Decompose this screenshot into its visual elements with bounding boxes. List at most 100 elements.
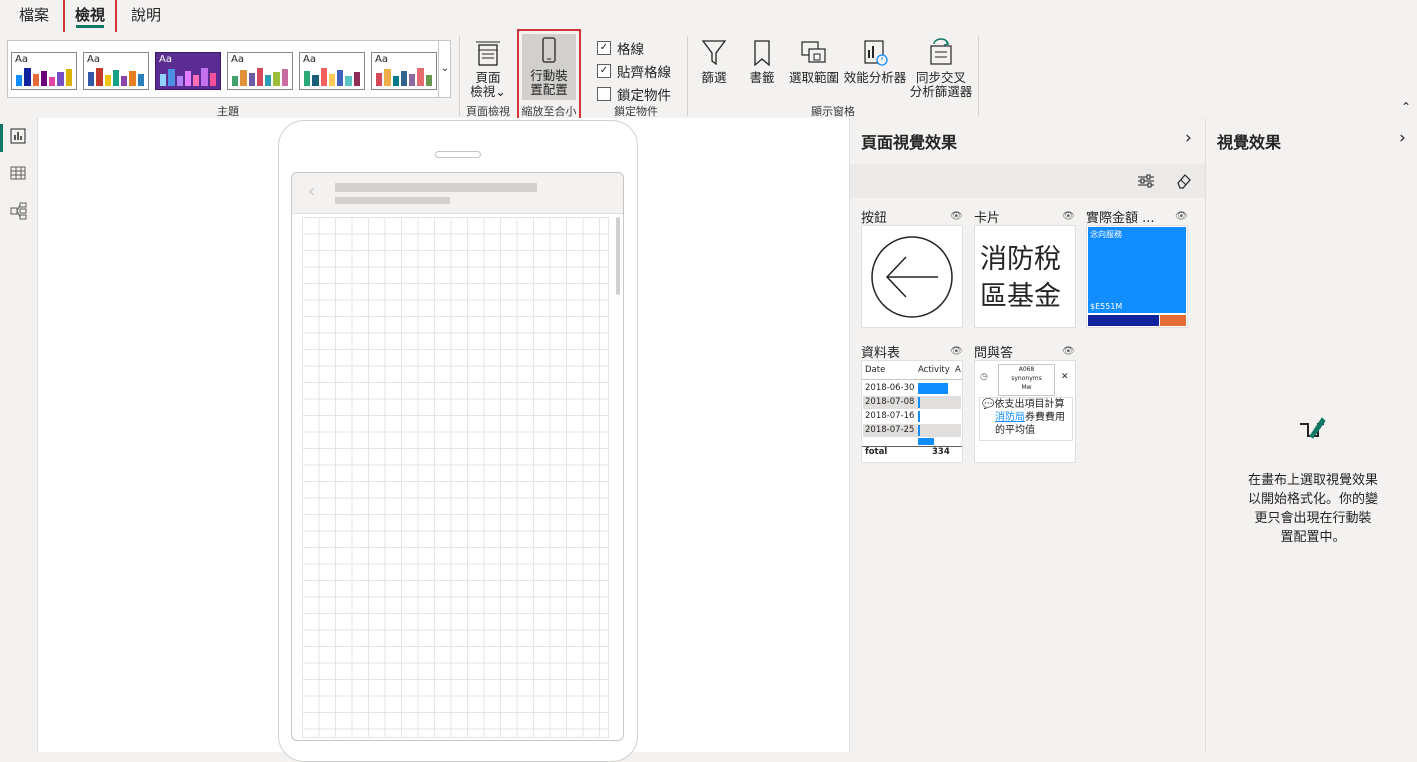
close-icon: ✕ bbox=[1061, 372, 1069, 382]
theme-aa: Aa bbox=[87, 54, 100, 65]
filter-settings-icon[interactable] bbox=[1137, 173, 1155, 189]
performance-label: 效能分析器 bbox=[843, 70, 907, 85]
checkbox-box bbox=[597, 87, 611, 101]
eye-icon[interactable]: 👁 bbox=[1062, 211, 1075, 222]
menu-view[interactable]: 檢視 bbox=[63, 0, 118, 35]
table-divider bbox=[862, 379, 962, 380]
sync-label-2: 分析篩選器 bbox=[909, 84, 973, 99]
arrow-left-icon bbox=[871, 236, 953, 318]
table-row: 2018-06-30 bbox=[863, 382, 961, 395]
report-view-icon[interactable] bbox=[10, 128, 26, 144]
gridlines-checkbox[interactable]: ✓ 格線 bbox=[597, 38, 644, 58]
pane-collapse-icon[interactable]: › bbox=[1399, 128, 1406, 148]
sync-slicers-icon bbox=[930, 38, 952, 65]
performance-analyzer-button[interactable]: 效能分析器 bbox=[843, 38, 907, 85]
selection-icon bbox=[801, 41, 826, 63]
table-cell: 2018-07-16 bbox=[865, 411, 915, 421]
message-line: 更只會出現在行動裝 bbox=[1254, 511, 1372, 526]
active-tab-underline bbox=[76, 25, 105, 28]
checkbox-box: ✓ bbox=[597, 64, 611, 78]
title-placeholder bbox=[335, 183, 537, 192]
snap-to-grid-checkbox[interactable]: ✓ 貼齊格線 bbox=[597, 61, 671, 81]
menu-help[interactable]: 說明 bbox=[131, 4, 161, 28]
message-line: 置配置中。 bbox=[1280, 530, 1346, 545]
menu-view-label: 檢視 bbox=[75, 6, 106, 24]
selection-pane-button[interactable]: 選取範圍 bbox=[788, 38, 840, 85]
format-brush-icon bbox=[1300, 417, 1326, 439]
eye-icon[interactable]: 👁 bbox=[950, 346, 963, 357]
message-line: 以開始格式化。你的變 bbox=[1247, 492, 1378, 507]
speech-bubble-icon: 💬 bbox=[982, 399, 995, 410]
page-visuals-title: 頁面視覺效果 bbox=[861, 133, 958, 152]
data-bar bbox=[918, 425, 920, 436]
table-cell: 2018-07-25 bbox=[865, 425, 915, 435]
pane-collapse-icon[interactable]: › bbox=[1185, 128, 1192, 148]
empty-state-message: 在畫布上選取視覺效果 以開始格式化。你的變 更只會出現在行動裝 置配置中。 bbox=[1218, 471, 1408, 547]
mobile-layout-button[interactable]: 行動裝 置配置 bbox=[522, 34, 576, 100]
mobile-layout-label-1: 行動裝 bbox=[530, 68, 568, 83]
filter-pane-button[interactable]: 篩選 bbox=[696, 38, 732, 85]
lock-objects-checkbox[interactable]: 鎖定物件 bbox=[597, 84, 671, 104]
mobile-layout-label-2: 置配置 bbox=[530, 82, 568, 97]
qa-line-1: 💬依支出項目計算 bbox=[980, 398, 1072, 411]
eye-icon[interactable]: 👁 bbox=[950, 211, 963, 222]
qa-rest-text: 券費費用 bbox=[1025, 412, 1065, 423]
theme-5[interactable]: Aa bbox=[299, 52, 365, 90]
collapse-ribbon-icon[interactable]: ⌃ bbox=[1401, 100, 1411, 114]
data-bar bbox=[918, 438, 934, 445]
mobile-canvas[interactable]: ‹ bbox=[291, 172, 624, 741]
subtitle-placeholder bbox=[335, 197, 450, 204]
qa-logo-line: Mw bbox=[1021, 384, 1032, 391]
theme-bars bbox=[16, 66, 72, 86]
table-cell: 2018-06-30 bbox=[865, 383, 915, 393]
table-visual-tile[interactable]: Date Activity A 2018-06-30 2018-07-08 20… bbox=[861, 360, 963, 463]
table-header-date: Date bbox=[865, 365, 886, 375]
qa-line-3: 的平均值 bbox=[995, 425, 1035, 436]
button-visual-tile[interactable] bbox=[861, 225, 963, 328]
qa-question-box: 💬依支出項目計算 消防局券費費用 的平均值 bbox=[979, 397, 1073, 441]
theme-aa: Aa bbox=[303, 54, 316, 65]
theme-3[interactable]: Aa bbox=[155, 52, 221, 90]
eye-icon[interactable]: 👁 bbox=[1175, 211, 1188, 222]
lock-objects-label: 鎖定物件 bbox=[617, 88, 671, 104]
theme-6[interactable]: Aa bbox=[371, 52, 437, 90]
table-row: 2018-07-08 bbox=[863, 396, 961, 409]
checkbox-box: ✓ bbox=[597, 41, 611, 55]
selection-label: 選取範圍 bbox=[788, 70, 839, 85]
theme-gallery: Aa Aa Aa Aa Aa Aa ⌄ bbox=[7, 40, 451, 98]
model-view-icon[interactable] bbox=[10, 202, 28, 220]
page-view-label-1: 頁面 bbox=[475, 70, 501, 85]
snap-to-grid-label: 貼齊格線 bbox=[617, 65, 671, 81]
eye-icon[interactable]: 👁 bbox=[1062, 346, 1075, 357]
theme-4[interactable]: Aa bbox=[227, 52, 293, 90]
card-label-qa: 問與答 bbox=[974, 346, 1014, 361]
mobile-grid bbox=[302, 217, 609, 738]
gallery-more-icon[interactable]: ⌄ bbox=[438, 41, 451, 97]
card-visual-tile[interactable]: 消防稅 區基金 bbox=[974, 225, 1076, 328]
treemap-bottom-label: $E551M bbox=[1090, 302, 1123, 311]
treemap-visual-tile[interactable]: 念向服務 $E551M bbox=[1086, 225, 1188, 328]
menu-bar: 檔案 檢視 說明 bbox=[0, 0, 1417, 35]
group-label-scale: 縮放至合小 bbox=[521, 105, 577, 118]
ribbon-separator bbox=[978, 36, 979, 116]
sync-slicers-button[interactable]: 同步交叉 分析篩選器 bbox=[909, 38, 973, 99]
table-view-icon[interactable] bbox=[10, 165, 26, 181]
menu-file[interactable]: 檔案 bbox=[19, 4, 49, 28]
qa-logo-line: synonyms bbox=[1011, 375, 1042, 382]
theme-aa: Aa bbox=[159, 54, 172, 65]
qa-logo-line: A068 bbox=[1018, 366, 1035, 373]
mobile-header: ‹ bbox=[292, 173, 623, 214]
qa-visual-tile[interactable]: ◷ A068 synonyms Mw ✕ 💬依支出項目計算 消防局券費費用 的平… bbox=[974, 360, 1076, 463]
eraser-icon[interactable] bbox=[1175, 172, 1193, 190]
bookmark-pane-button[interactable]: 書籤 bbox=[745, 38, 779, 85]
qa-link-text: 消防局 bbox=[995, 412, 1025, 423]
theme-1[interactable]: Aa bbox=[11, 52, 77, 90]
theme-bars bbox=[304, 66, 360, 86]
page-view-button[interactable]: 頁面 檢視⌄ bbox=[466, 40, 510, 99]
theme-2[interactable]: Aa bbox=[83, 52, 149, 90]
card-label-button: 按鈕 bbox=[861, 211, 888, 226]
card-label-table: 資料表 bbox=[861, 346, 901, 361]
card-text-1: 消防稅 bbox=[980, 244, 1061, 275]
message-line: 在畫布上選取視覺效果 bbox=[1247, 473, 1378, 488]
mobile-scrollbar[interactable] bbox=[616, 217, 620, 295]
